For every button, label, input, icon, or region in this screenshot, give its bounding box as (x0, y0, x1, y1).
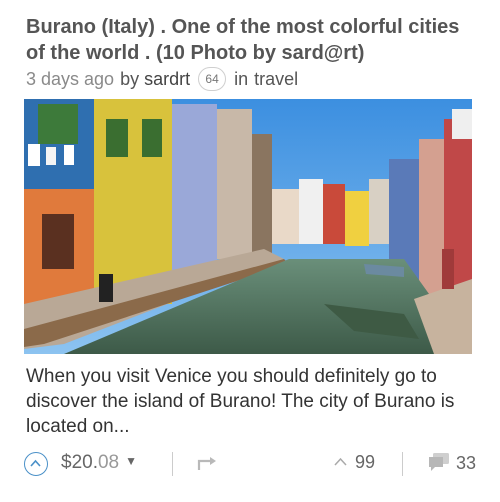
payout-caret-icon: ▼ (125, 454, 138, 468)
post-age: 3 days ago (26, 68, 115, 89)
reputation-badge: 64 (198, 67, 227, 91)
footer-divider (402, 452, 403, 476)
reblog-button[interactable] (197, 456, 217, 477)
votes-count-button[interactable]: 99 (334, 452, 375, 473)
votes-count: 99 (355, 452, 376, 472)
chevron-up-icon (334, 457, 347, 466)
comments-count: 33 (456, 453, 477, 473)
post-meta: 3 days ago by sardrt 64 in travel (26, 66, 298, 92)
payout-whole: $20. (61, 452, 98, 473)
comments-button[interactable]: 33 (428, 452, 476, 474)
post-footer: $20.08 ▼ 99 33 (24, 448, 476, 480)
post-image[interactable] (24, 99, 472, 354)
reblog-icon (197, 457, 216, 470)
burano-canal-illustration (24, 99, 472, 354)
upvote-button[interactable] (24, 452, 48, 476)
payout-cents: 08 (97, 452, 120, 473)
in-label: in (234, 68, 249, 89)
upvote-chevron-icon (30, 459, 41, 467)
footer-divider (172, 452, 173, 476)
payout-dropdown[interactable]: $20.08 ▼ (61, 452, 137, 474)
post-title[interactable]: Burano (Italy) . One of the most colorfu… (26, 14, 476, 66)
post-card[interactable]: Burano (Italy) . One of the most colorfu… (0, 0, 500, 502)
comment-bubble-icon (429, 453, 449, 471)
by-label: by (120, 68, 140, 89)
post-excerpt[interactable]: When you visit Venice you should definit… (26, 364, 482, 439)
author-link[interactable]: sardrt (144, 69, 190, 90)
category-link[interactable]: travel (254, 69, 298, 90)
